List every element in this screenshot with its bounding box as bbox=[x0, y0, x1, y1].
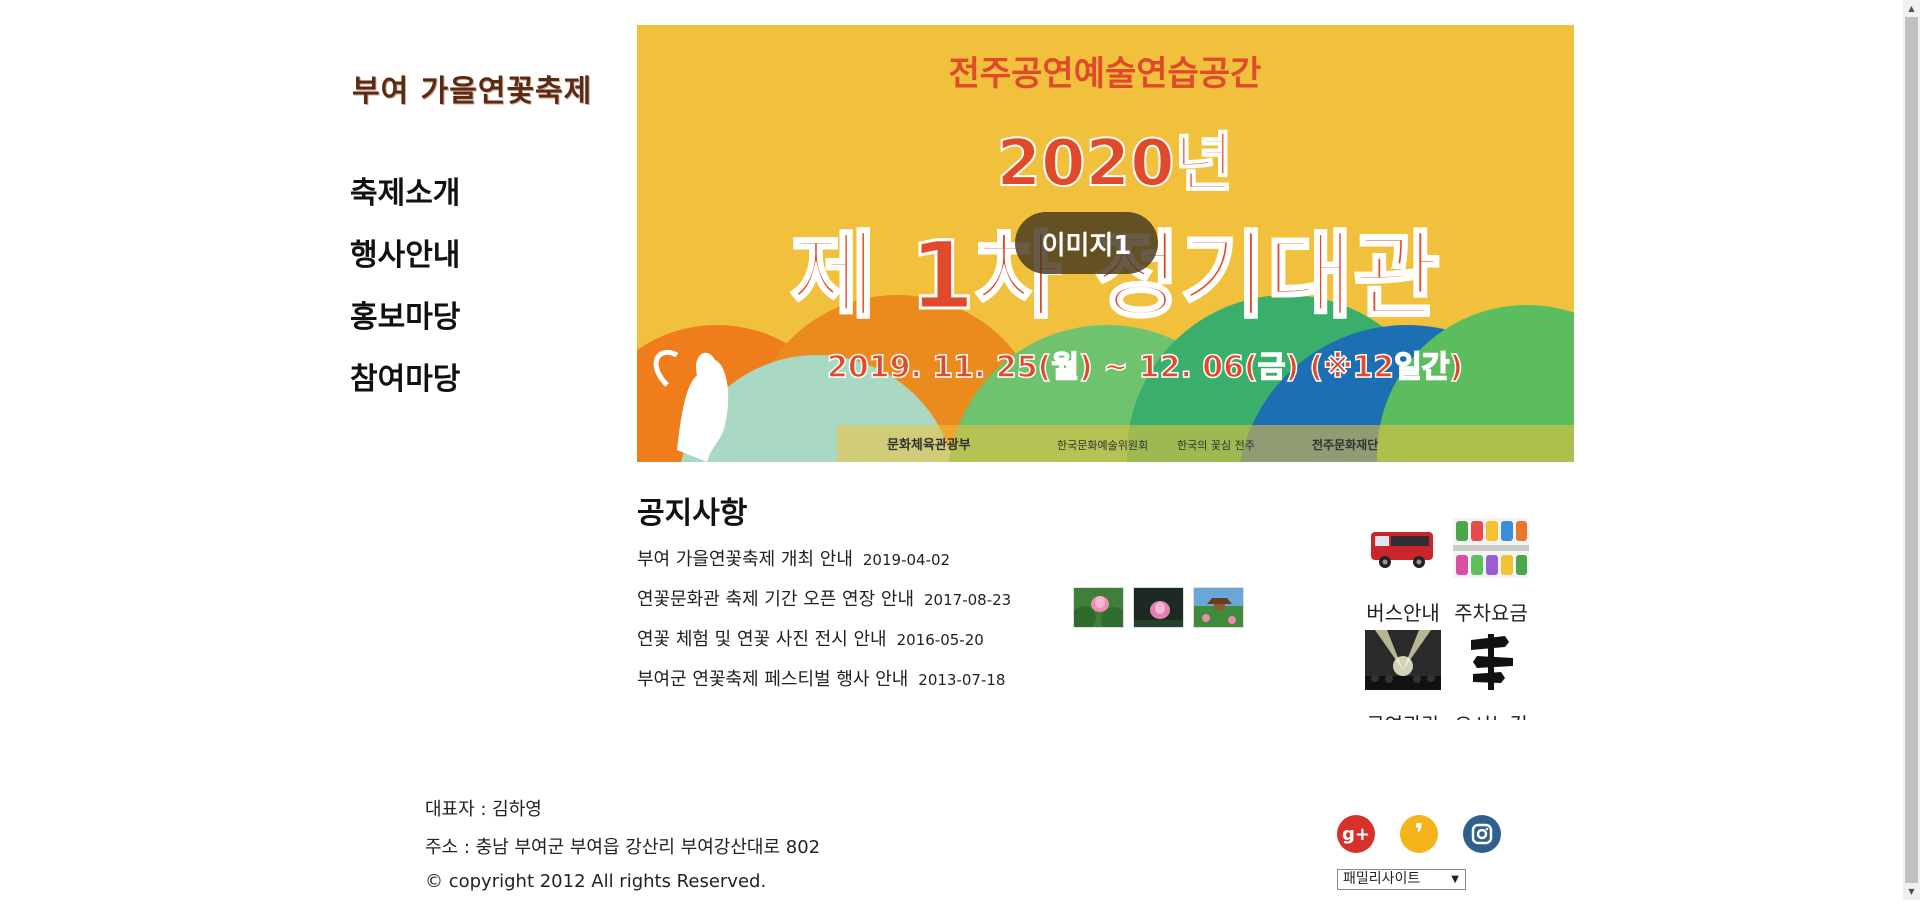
sponsor-mcst: 문화체육관광부 bbox=[887, 437, 971, 453]
notice-item-date: 2017-08-23 bbox=[924, 591, 1012, 609]
vertical-scrollbar[interactable]: ▲ ▼ bbox=[1903, 0, 1920, 900]
nav-item-festival-intro[interactable]: 축제소개 bbox=[350, 168, 460, 230]
banner-year: 2020년 bbox=[996, 127, 1233, 201]
nav-item-event-info[interactable]: 행사안내 bbox=[350, 230, 460, 292]
main-banner[interactable]: 전주공연예술연습공간 2020년 제 1차 정기대관 2019. 11. 25(… bbox=[637, 25, 1574, 462]
notice-item-title[interactable]: 부여군 연꽃축제 페스티벌 행사 안내 bbox=[637, 669, 908, 690]
notice-item-title[interactable]: 부여 가을연꽃축제 개최 안내 bbox=[637, 549, 853, 570]
quick-link-parking[interactable]: 주차요금 bbox=[1447, 516, 1535, 626]
quick-link-directions[interactable]: 오시는길 bbox=[1447, 628, 1535, 720]
dropdown-arrow-icon: ▼ bbox=[1451, 874, 1459, 885]
quick-link-concert[interactable]: 공연관람 bbox=[1359, 628, 1447, 720]
sponsor-jcf: 전주문화재단 bbox=[1312, 437, 1378, 452]
footer-address: 주소 : 충남 부여군 부여읍 강산리 부여강산대로 802 bbox=[425, 837, 821, 858]
footer-representative: 대표자 : 김하영 bbox=[425, 799, 542, 820]
quick-link-label: 오시는길 bbox=[1435, 709, 1539, 720]
sponsor-jeonju: 한국의 꽃심 전주 bbox=[1177, 439, 1255, 452]
footer-copyright: © copyright 2012 All rights Reserved. bbox=[425, 871, 767, 892]
signpost-icon bbox=[1447, 628, 1535, 691]
concert-icon bbox=[1359, 628, 1447, 691]
parking-lot-icon bbox=[1447, 516, 1535, 579]
notice-item[interactable]: 연꽃 체험 및 연꽃 사진 전시 안내 2016-05-20 bbox=[637, 625, 1011, 665]
notice-heading: 공지사항 bbox=[637, 496, 748, 531]
notice-item[interactable]: 연꽃문화관 축제 기간 오픈 연장 안내 2017-08-23 bbox=[637, 585, 1011, 625]
notice-item-date: 2016-05-20 bbox=[896, 631, 984, 649]
nav-item-participation[interactable]: 참여마당 bbox=[350, 354, 460, 416]
notice-list: 부여 가을연꽃축제 개최 안내 2019-04-02 연꽃문화관 축제 기간 오픈… bbox=[637, 545, 1011, 705]
scroll-up-arrow-icon[interactable]: ▲ bbox=[1903, 0, 1920, 17]
notice-item-date: 2019-04-02 bbox=[862, 551, 951, 569]
scrollbar-thumb[interactable] bbox=[1905, 17, 1918, 883]
google-plus-icon[interactable]: g+ bbox=[1337, 815, 1375, 853]
quick-link-label: 주차요금 bbox=[1454, 601, 1528, 625]
sponsor-arko: 한국문화예술위원회 bbox=[1057, 439, 1148, 452]
nav-item-promotion[interactable]: 홍보마당 bbox=[350, 292, 460, 354]
scroll-down-arrow-icon[interactable]: ▼ bbox=[1903, 883, 1920, 900]
family-site-selected: 패밀리사이트 bbox=[1343, 871, 1421, 887]
notice-item[interactable]: 부여 가을연꽃축제 개최 안내 2019-04-02 bbox=[637, 545, 1011, 585]
main-nav: 축제소개 행사안내 홍보마당 참여마당 bbox=[350, 168, 460, 416]
quick-link-bus[interactable]: 버스안내 bbox=[1359, 516, 1447, 626]
notice-item-title[interactable]: 연꽃 체험 및 연꽃 사진 전시 안내 bbox=[637, 629, 887, 650]
slide-label: 이미지1 bbox=[1015, 212, 1158, 274]
gallery-thumb-lotus-pink[interactable] bbox=[1073, 587, 1124, 628]
banner-period: 2019. 11. 25(월) ~ 12. 06(금) (※12일간) bbox=[827, 350, 1463, 385]
family-site-select[interactable]: 패밀리사이트 ▼ bbox=[1337, 869, 1466, 890]
bus-icon bbox=[1359, 516, 1447, 579]
notice-item-title[interactable]: 연꽃문화관 축제 기간 오픈 연장 안내 bbox=[637, 589, 914, 610]
quick-links: 버스안내 주차요금 공연관람 오시는길 bbox=[1359, 516, 1539, 720]
banner-top-text: 전주공연예술연습공간 bbox=[949, 54, 1262, 94]
notice-item[interactable]: 부여군 연꽃축제 페스티벌 행사 안내 2013-07-18 bbox=[637, 665, 1011, 705]
gallery-thumb-lotus-pavilion[interactable] bbox=[1193, 587, 1244, 628]
kakao-icon[interactable]: ❜ bbox=[1400, 815, 1438, 853]
footer-info: 대표자 : 김하영 주소 : 충남 부여군 부여읍 강산리 부여강산대로 802… bbox=[425, 795, 820, 909]
gallery-thumb-lotus-dark[interactable] bbox=[1133, 587, 1184, 628]
instagram-icon[interactable] bbox=[1463, 815, 1501, 853]
site-logo[interactable]: 부여 가을연꽃축제 bbox=[352, 66, 592, 110]
notice-item-date: 2013-07-18 bbox=[918, 671, 1006, 689]
